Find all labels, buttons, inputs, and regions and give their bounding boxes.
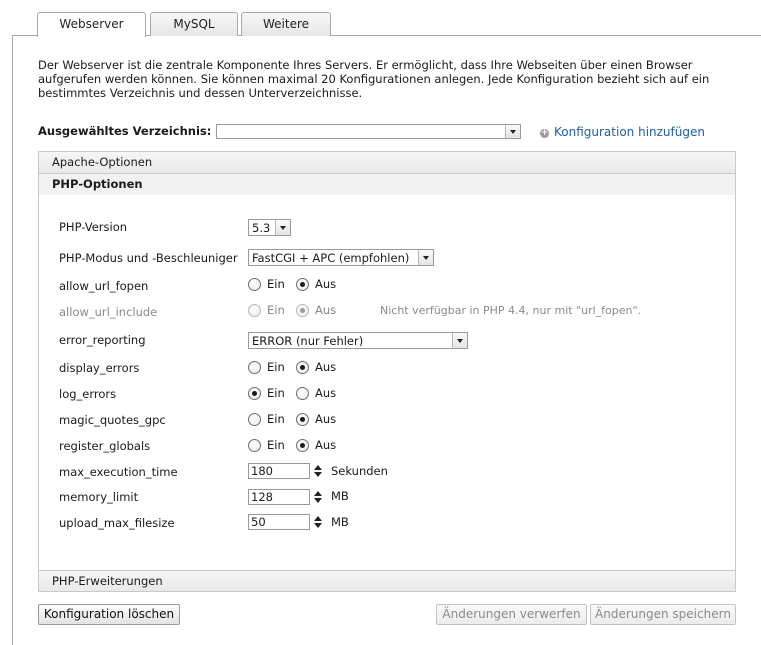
max-execution-time-unit: Sekunden [331,464,388,478]
section-php-extensions[interactable]: PHP-Erweiterungen [38,570,736,592]
spinner-arrows-icon[interactable] [311,489,325,505]
php-version-value: 5.3 [252,221,271,235]
off-label: Aus [315,438,337,452]
register-globals-label: register_globals [59,439,151,453]
add-configuration-label: Konfiguration hinzufügen [554,125,705,139]
spinner-arrows-icon[interactable] [311,463,325,479]
memory-limit-input[interactable]: 128 [248,489,310,505]
delete-configuration-button[interactable]: Konfiguration löschen [38,604,180,625]
log-errors-on-radio[interactable] [248,387,261,400]
allow-url-include-off-radio [296,304,309,317]
magic-quotes-gpc-off-radio[interactable] [296,413,309,426]
register-globals-off-radio[interactable] [296,439,309,452]
chevron-down-icon [452,333,467,348]
php-mode-label: PHP-Modus und -Beschleuniger [59,251,238,265]
php-mode-value: FastCGI + APC (empfohlen) [252,251,410,265]
error-reporting-value: ERROR (nur Fehler) [252,334,364,348]
on-label: Ein [267,360,285,374]
error-reporting-label: error_reporting [59,333,146,347]
php-version-select[interactable]: 5.3 [248,219,291,236]
upload-max-filesize-stepper: 50 [248,514,326,530]
off-label: Aus [315,303,337,317]
allow-url-include-note: Nicht verfügbar in PHP 4.4, nur mit "url… [380,304,642,317]
max-execution-time-stepper: 180 [248,463,326,479]
allow-url-fopen-off-radio[interactable] [296,278,309,291]
tab-bar: Webserver MySQL Weitere [0,0,761,645]
chevron-down-icon [418,250,433,265]
max-execution-time-label: max_execution_time [59,465,178,479]
off-label: Aus [315,386,337,400]
register-globals-on-radio[interactable] [248,439,261,452]
log-errors-label: log_errors [59,387,117,401]
memory-limit-label: memory_limit [59,490,139,504]
max-execution-time-input[interactable]: 180 [248,463,310,479]
display-errors-label: display_errors [59,361,140,375]
section-php-options[interactable]: PHP-Optionen [38,173,736,196]
section-apache-options[interactable]: Apache-Optionen [38,151,736,174]
discard-changes-button[interactable]: Änderungen verwerfen [436,604,587,625]
allow-url-fopen-label: allow_url_fopen [59,279,149,293]
on-label: Ein [267,303,285,317]
off-label: Aus [315,412,337,426]
on-label: Ein [267,412,285,426]
save-changes-button[interactable]: Änderungen speichern [590,604,736,625]
php-version-label: PHP-Version [59,220,128,234]
upload-max-filesize-unit: MB [331,515,349,529]
on-label: Ein [267,386,285,400]
memory-limit-unit: MB [331,489,349,503]
plus-icon: + [540,128,549,138]
magic-quotes-gpc-on-radio[interactable] [248,413,261,426]
php-mode-select[interactable]: FastCGI + APC (empfohlen) [248,249,434,266]
spinner-arrows-icon[interactable] [311,514,325,530]
off-label: Aus [315,360,337,374]
display-errors-on-radio[interactable] [248,361,261,374]
off-label: Aus [315,277,337,291]
memory-limit-stepper: 128 [248,489,326,505]
tab-weitere[interactable]: Weitere [241,12,331,36]
upload-max-filesize-label: upload_max_filesize [59,516,175,530]
directory-select[interactable] [216,124,521,139]
add-configuration-link[interactable]: + Konfiguration hinzufügen [540,125,705,139]
allow-url-include-on-radio [248,304,261,317]
magic-quotes-gpc-label: magic_quotes_gpc [59,413,166,427]
chevron-down-icon [275,220,290,235]
tab-webserver[interactable]: Webserver [37,12,146,37]
allow-url-fopen-on-radio[interactable] [248,278,261,291]
log-errors-off-radio[interactable] [296,387,309,400]
upload-max-filesize-input[interactable]: 50 [248,514,310,530]
tab-mysql[interactable]: MySQL [150,12,238,36]
chevron-down-icon [505,125,520,138]
directory-label: Ausgewähltes Verzeichnis: [38,124,212,138]
on-label: Ein [267,438,285,452]
allow-url-include-label: allow_url_include [59,305,158,319]
intro-text: Der Webserver ist die zentrale Komponent… [38,58,710,100]
display-errors-off-radio[interactable] [296,361,309,374]
on-label: Ein [267,277,285,291]
error-reporting-select[interactable]: ERROR (nur Fehler) [248,332,468,349]
